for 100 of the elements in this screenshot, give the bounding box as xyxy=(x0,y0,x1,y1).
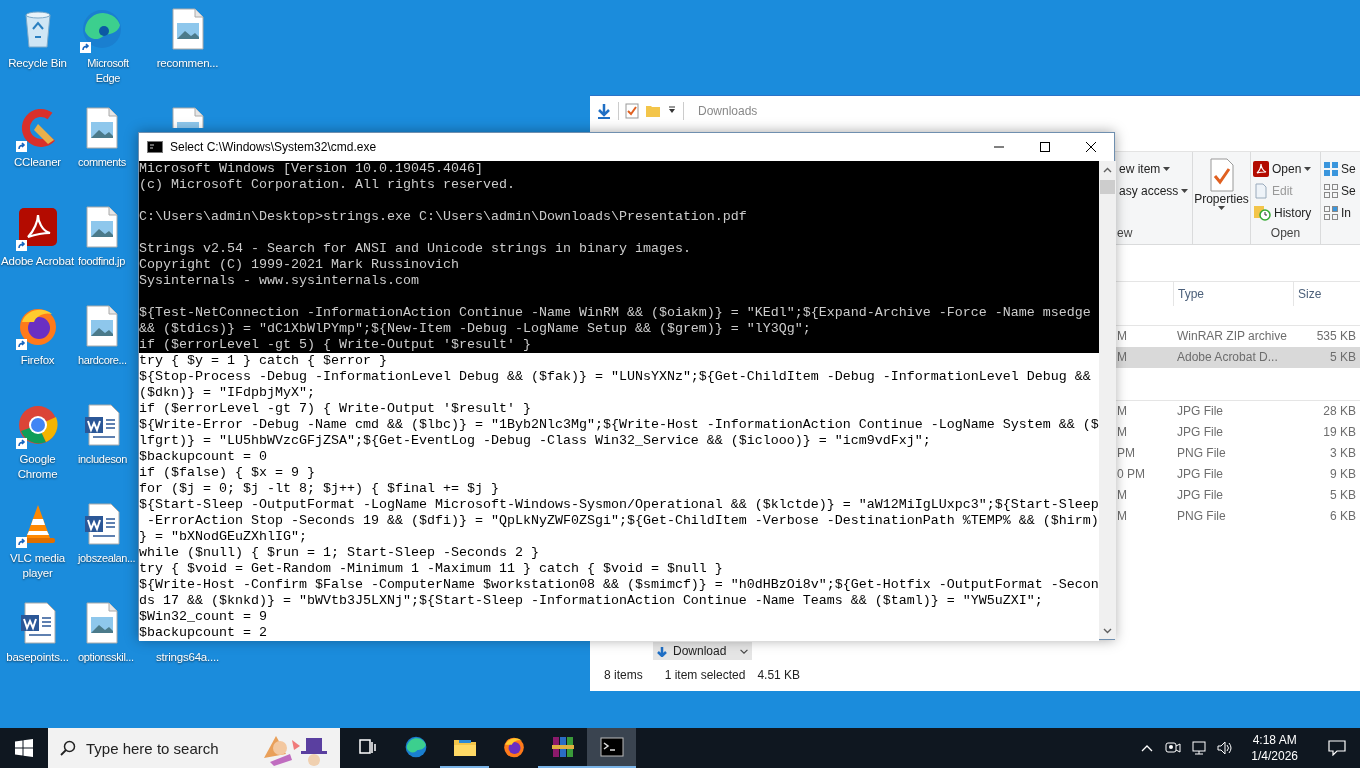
document-icon xyxy=(84,502,120,546)
icon-label[interactable]: optionsskil... xyxy=(78,650,134,665)
close-icon xyxy=(1086,142,1096,152)
window-title: Downloads xyxy=(698,104,758,118)
checked-document-icon xyxy=(1209,158,1234,192)
windows-logo-icon xyxy=(15,739,33,757)
table-cell-text: M xyxy=(1116,424,1128,441)
shortcut-arrow-icon xyxy=(15,339,27,350)
table-cell-text: PNG File xyxy=(1176,508,1227,525)
status-text: 1 item selected xyxy=(664,668,746,682)
column-header[interactable]: Size xyxy=(1293,282,1360,306)
icon-label[interactable]: VLC media player xyxy=(1,551,74,581)
table-cell-text: JPG File xyxy=(1176,403,1224,420)
image-file-icon xyxy=(86,205,118,249)
notification-icon[interactable] xyxy=(1328,740,1346,756)
shortcut-arrow-icon xyxy=(15,141,27,152)
table-cell: M xyxy=(1113,347,1173,368)
pdf-icon xyxy=(1253,161,1269,177)
table-cell-text: M xyxy=(1116,328,1128,345)
table-cell-text: 535 KB xyxy=(1315,328,1357,345)
table-cell: Adobe Acrobat D... xyxy=(1173,347,1293,368)
image-file-icon xyxy=(86,106,118,150)
minimize-icon xyxy=(994,146,1004,148)
icon-label[interactable]: Adobe Acrobat xyxy=(1,254,74,269)
image-file-icon xyxy=(86,601,118,645)
network-icon[interactable] xyxy=(1191,740,1208,756)
search-field[interactable]: Type here to search xyxy=(86,739,251,757)
task-view-icon[interactable] xyxy=(356,737,377,757)
icon-label[interactable]: CCleaner xyxy=(14,155,61,170)
document-icon xyxy=(1253,183,1269,199)
image-file-icon xyxy=(171,7,204,51)
scroll-up-icon[interactable] xyxy=(1102,166,1112,173)
shortcut-arrow-icon xyxy=(15,438,27,449)
window-title: Select C:\Windows\System32\cmd.exe xyxy=(170,140,377,154)
icon-label[interactable]: Google Chrome xyxy=(1,452,74,482)
table-cell-text: 6 KB xyxy=(1329,508,1357,525)
ribbon-button[interactable]: asy access xyxy=(1117,180,1192,202)
ribbon-button[interactable]: In xyxy=(1323,202,1360,224)
ribbon-button[interactable]: Se xyxy=(1323,180,1360,202)
group-label: Open xyxy=(1269,226,1302,240)
table-cell-text: WinRAR ZIP archive xyxy=(1176,328,1288,345)
table-cell-text: PNG File xyxy=(1176,445,1227,462)
icon-label[interactable]: comments xyxy=(78,155,126,170)
icon-label[interactable]: includeson xyxy=(78,452,128,467)
table-cell-text: 5 KB xyxy=(1329,487,1357,504)
flame-globe-icon[interactable] xyxy=(501,735,526,759)
scrollbar-thumb[interactable] xyxy=(1099,180,1115,194)
caret-icon xyxy=(1304,167,1312,171)
ribbon-button[interactable]: ew item xyxy=(1117,158,1192,180)
ribbon-button[interactable]: History xyxy=(1251,202,1320,224)
download-arrow-icon[interactable] xyxy=(596,103,612,119)
stacked-books-icon[interactable] xyxy=(550,735,575,759)
taskbar-button[interactable] xyxy=(587,728,636,768)
shortcut-arrow-icon xyxy=(80,42,91,53)
search-icon xyxy=(60,740,76,756)
icon-label[interactable]: jobszealan... xyxy=(78,551,136,566)
terminal-icon[interactable] xyxy=(599,737,624,757)
properties-button[interactable]: Properties xyxy=(1193,158,1250,210)
caret-icon xyxy=(1181,189,1189,193)
caret-icon xyxy=(1218,206,1225,210)
icon-label[interactable]: foodfind.jp xyxy=(78,254,125,269)
icon-label[interactable]: strings64a.... xyxy=(155,650,219,665)
grid-icon xyxy=(1323,161,1339,177)
clock-date[interactable]: 1/4/2026 xyxy=(1251,748,1298,764)
clock-time[interactable]: 4:18 AM xyxy=(1252,732,1297,748)
shortcut-arrow-icon xyxy=(15,240,27,251)
icon-label[interactable]: Firefox xyxy=(20,353,55,368)
chevron-down-icon xyxy=(740,648,749,654)
swirl-icon xyxy=(80,7,124,51)
table-cell-text: JPG File xyxy=(1176,466,1224,483)
icon-label[interactable]: Microsoft Edge xyxy=(78,56,138,86)
table-cell-text: 9 KB xyxy=(1329,466,1357,483)
table-cell-text: PM xyxy=(1116,445,1136,462)
chevron-up-icon[interactable] xyxy=(1141,744,1154,752)
table-cell: 5 KB xyxy=(1293,347,1360,368)
caret-icon xyxy=(1163,167,1171,171)
icon-label[interactable]: basepoints... xyxy=(6,650,69,665)
volume-icon[interactable] xyxy=(1217,740,1234,756)
properties-icon[interactable] xyxy=(625,103,639,119)
icon-label[interactable]: hardcore... xyxy=(78,353,127,368)
swirl-icon[interactable] xyxy=(403,735,428,759)
shortcut-arrow-icon xyxy=(15,537,27,548)
ribbon-button[interactable]: Open xyxy=(1251,158,1320,180)
grid-icon xyxy=(1323,183,1339,199)
icon-label[interactable]: Recycle Bin xyxy=(8,56,67,71)
table-cell-text: 3 KB xyxy=(1329,445,1357,462)
table-cell-text: JPG File xyxy=(1176,424,1224,441)
column-header[interactable]: Type xyxy=(1173,282,1293,306)
scroll-down-icon[interactable] xyxy=(1102,627,1112,634)
icon-label[interactable]: recommen... xyxy=(156,56,219,71)
clock-icon xyxy=(1253,205,1271,221)
table-cell-text: M xyxy=(1116,487,1128,504)
nav-item[interactable]: Download xyxy=(653,642,753,660)
table-cell-text: 28 KB xyxy=(1322,403,1357,420)
status-text: 4.51 KB xyxy=(757,668,801,682)
table-cell-text: 19 KB xyxy=(1322,424,1357,441)
table-cell-text: 0 PM xyxy=(1116,466,1146,483)
ribbon-button[interactable]: Se xyxy=(1323,158,1360,180)
table-cell-text: JPG File xyxy=(1176,487,1224,504)
group-label: ew xyxy=(1117,226,1134,240)
